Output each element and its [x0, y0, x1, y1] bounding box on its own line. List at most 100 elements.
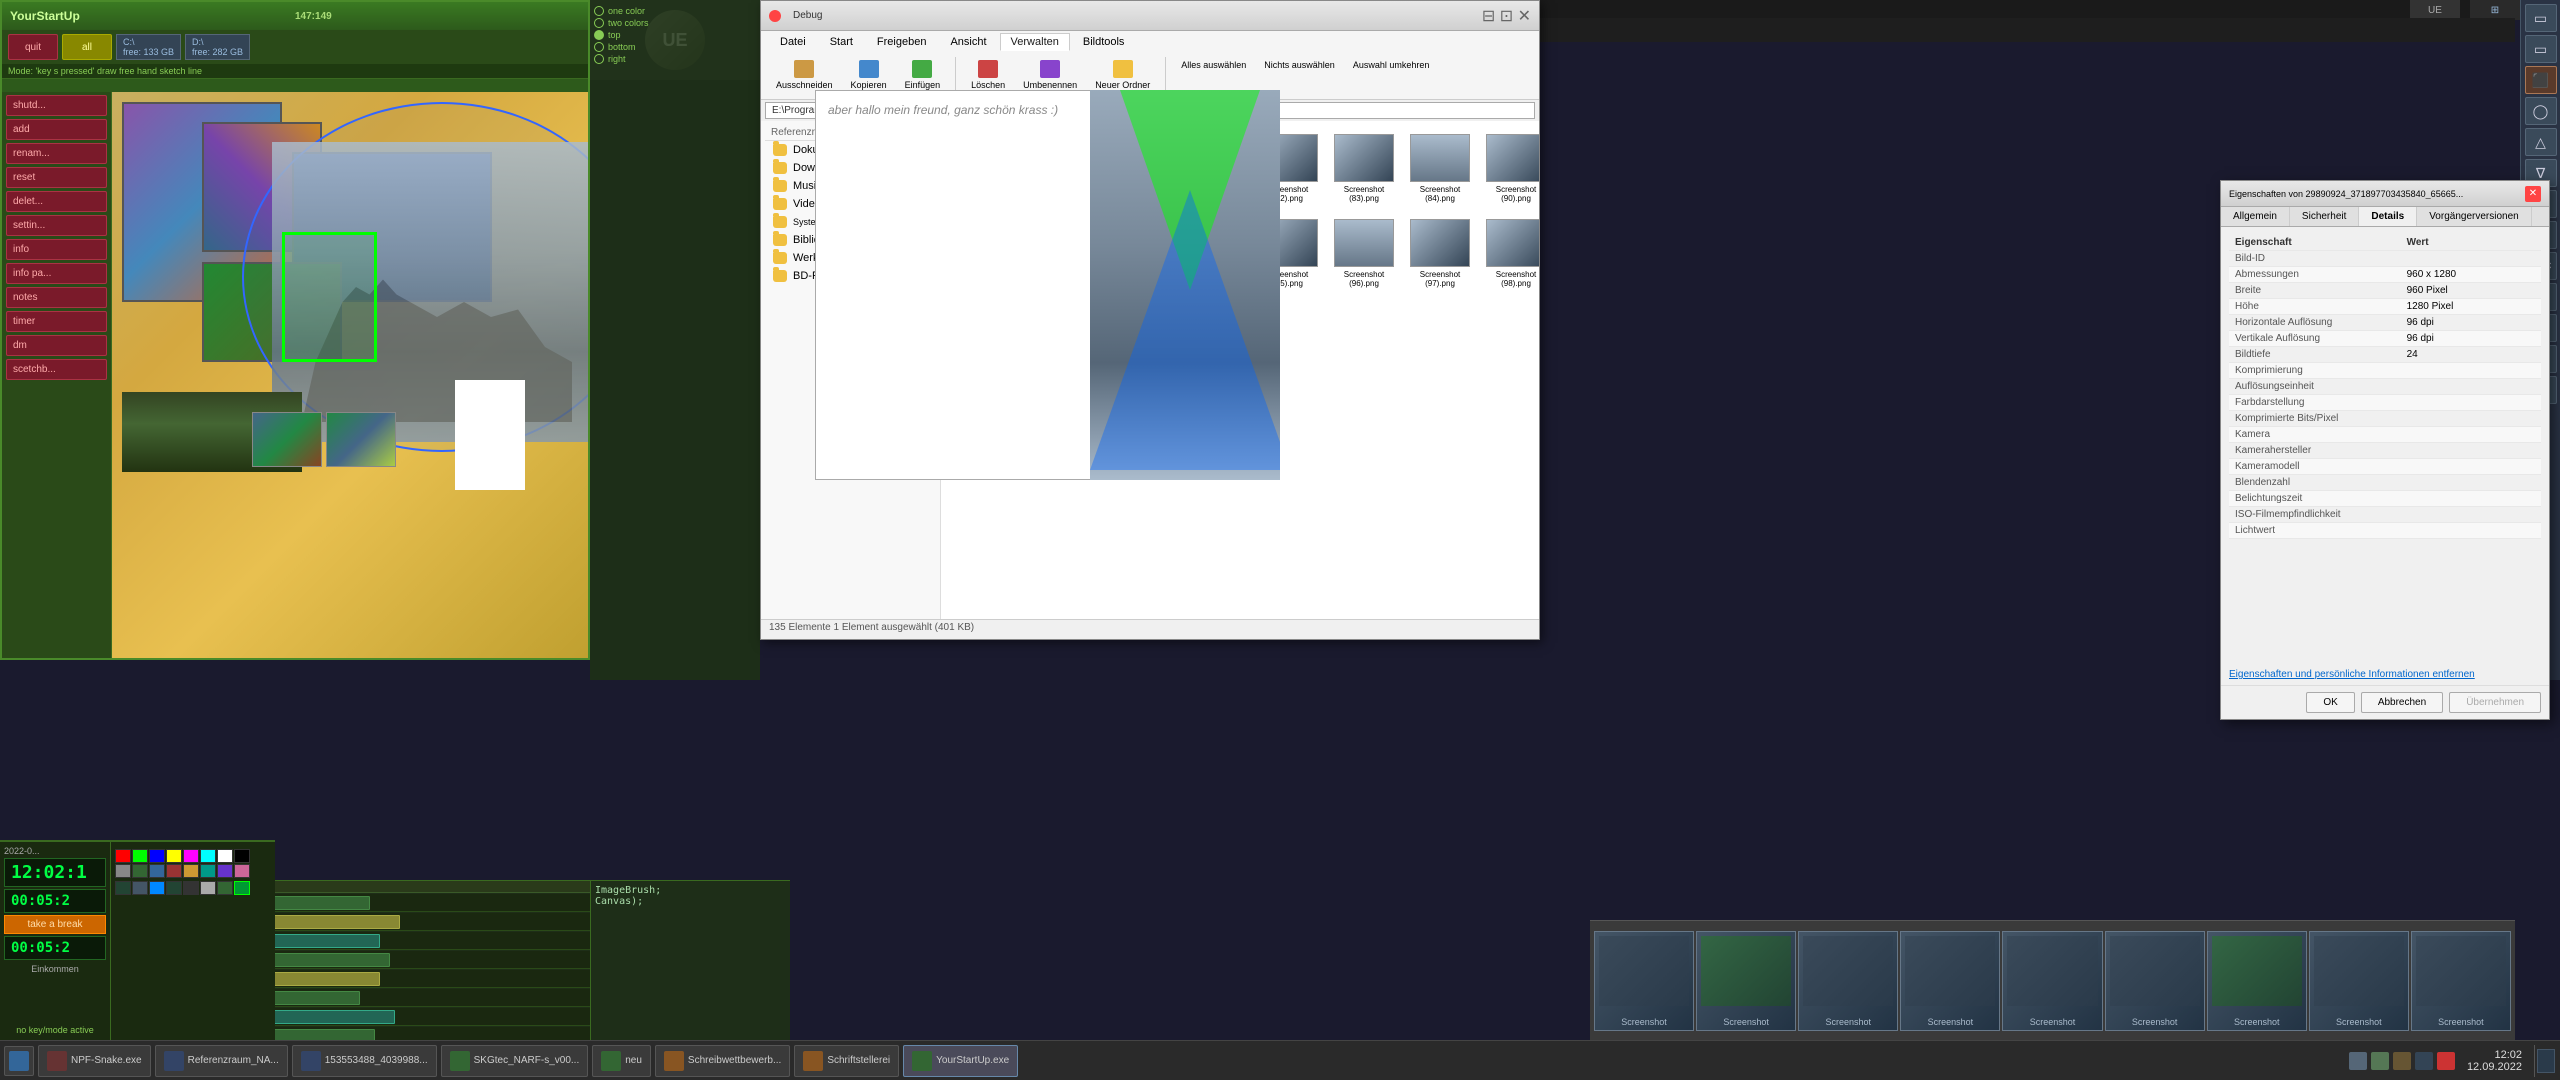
rt-btn-3[interactable]: ⬛	[2525, 66, 2557, 94]
color-cell-2-8[interactable]	[234, 881, 250, 895]
tray-action-center-icon[interactable]	[2415, 1052, 2433, 1070]
radio-bottom[interactable]	[594, 42, 604, 52]
screenshot-thumb-6[interactable]: Screenshot	[2105, 931, 2205, 1031]
properties-remove-link[interactable]: Eigenschaften und persönliche Informatio…	[2221, 665, 2549, 684]
color-cell-2-1[interactable]	[115, 881, 131, 895]
sidebar-item-rename[interactable]: renam...	[6, 143, 107, 164]
quit-button[interactable]: quit	[8, 34, 58, 60]
all-button[interactable]: all	[62, 34, 112, 60]
tab-allgemein[interactable]: Allgemein	[2221, 207, 2290, 226]
sidebar-item-info[interactable]: info	[6, 239, 107, 260]
tray-speaker-icon[interactable]	[2371, 1052, 2389, 1070]
properties-close[interactable]: ✕	[2525, 186, 2541, 202]
color-cell-2-2[interactable]	[132, 881, 148, 895]
screenshot-thumb-4[interactable]: Screenshot	[1900, 931, 2000, 1031]
color-pink[interactable]	[234, 864, 250, 878]
color-black[interactable]	[234, 849, 250, 863]
show-desktop-button[interactable]	[2534, 1045, 2556, 1077]
tab-vorgaenger[interactable]: Vorgängerversionen	[2417, 207, 2532, 226]
taskbar-schreibwett[interactable]: Schreibwettbewerb...	[655, 1045, 790, 1077]
taskbar-schriftstellerei[interactable]: Schriftstellerei	[794, 1045, 899, 1077]
tab-verwalten[interactable]: Verwalten	[1000, 33, 1070, 51]
color-purple[interactable]	[217, 864, 233, 878]
color-blue[interactable]	[149, 849, 165, 863]
tray-red-icon[interactable]	[2437, 1052, 2455, 1070]
btn-neuer-ordner[interactable]: Neuer Ordner	[1088, 57, 1157, 93]
color-cell-2-3[interactable]	[149, 881, 165, 895]
tab-ansicht[interactable]: Ansicht	[939, 33, 997, 51]
color-cell-2-7[interactable]	[217, 881, 233, 895]
radio-one-color[interactable]	[594, 6, 604, 16]
btn-kopieren[interactable]: Kopieren	[844, 57, 894, 93]
sidebar-item-delete[interactable]: delet...	[6, 191, 107, 212]
color-dark-green[interactable]	[132, 864, 148, 878]
btn-alles-auswaehlen[interactable]: Alles auswählen	[1174, 57, 1253, 93]
sidebar-item-scetchboard[interactable]: scetchb...	[6, 359, 107, 380]
tray-network-icon[interactable]	[2349, 1052, 2367, 1070]
file-screenshot-84[interactable]: Screenshot (84).png	[1405, 129, 1475, 208]
sidebar-item-timer[interactable]: timer	[6, 311, 107, 332]
taskbar-neu[interactable]: neu	[592, 1045, 651, 1077]
screenshot-thumb-7[interactable]: Screenshot	[2207, 931, 2307, 1031]
file-screenshot-90[interactable]: Screenshot (90).png	[1481, 129, 1539, 208]
color-dark-blue[interactable]	[149, 864, 165, 878]
color-gray[interactable]	[115, 864, 131, 878]
radio-top[interactable]	[594, 30, 604, 40]
btn-loeschen[interactable]: Löschen	[964, 57, 1012, 93]
color-cell-2-5[interactable]	[183, 881, 199, 895]
take-break-button[interactable]: take a break	[4, 915, 106, 934]
sidebar-item-settings[interactable]: settin...	[6, 215, 107, 236]
tab-datei[interactable]: Datei	[769, 33, 817, 51]
sidebar-item-add[interactable]: add	[6, 119, 107, 140]
start-button[interactable]	[4, 1046, 34, 1076]
file-screenshot-83[interactable]: Screenshot (83).png	[1329, 129, 1399, 208]
btn-umbenennen[interactable]: Umbenennen	[1016, 57, 1084, 93]
file-screenshot-96[interactable]: Screenshot (96).png	[1329, 214, 1399, 293]
color-red[interactable]	[115, 849, 131, 863]
sidebar-item-shutdown[interactable]: shutd...	[6, 95, 107, 116]
rt-btn-1[interactable]: ▭	[2525, 4, 2557, 32]
file-screenshot-98[interactable]: Screenshot (98).png	[1481, 214, 1539, 293]
sidebar-item-notes[interactable]: notes	[6, 287, 107, 308]
tab-freigeben[interactable]: Freigeben	[866, 33, 938, 51]
color-white[interactable]	[217, 849, 233, 863]
prop-ok-button[interactable]: OK	[2306, 692, 2354, 713]
color-orange[interactable]	[183, 864, 199, 878]
color-magenta[interactable]	[183, 849, 199, 863]
sidebar-item-reset[interactable]: reset	[6, 167, 107, 188]
file-explorer-close[interactable]	[769, 10, 781, 22]
tray-battery-icon[interactable]	[2393, 1052, 2411, 1070]
sidebar-item-info-page[interactable]: info pa...	[6, 263, 107, 284]
color-yellow[interactable]	[166, 849, 182, 863]
color-cell-2-4[interactable]	[166, 881, 182, 895]
btn-auswahl-umkehren[interactable]: Auswahl umkehren	[1346, 57, 1437, 93]
screenshot-thumb-1[interactable]: Screenshot	[1594, 931, 1694, 1031]
radio-right[interactable]	[594, 54, 604, 64]
color-dark-red[interactable]	[166, 864, 182, 878]
rt-btn-4[interactable]: ◯	[2525, 97, 2557, 125]
color-teal[interactable]	[200, 864, 216, 878]
rt-btn-5[interactable]: △	[2525, 128, 2557, 156]
btn-ausschneiden[interactable]: Ausschneiden	[769, 57, 840, 93]
taskbar-referenz[interactable]: Referenzraum_NA...	[155, 1045, 288, 1077]
taskbar-153553[interactable]: 153553488_4039988...	[292, 1045, 437, 1077]
screenshot-thumb-2[interactable]: Screenshot	[1696, 931, 1796, 1031]
color-cyan[interactable]	[200, 849, 216, 863]
sidebar-item-dm[interactable]: dm	[6, 335, 107, 356]
screenshot-thumb-8[interactable]: Screenshot	[2309, 931, 2409, 1031]
rt-btn-2[interactable]: ▭	[2525, 35, 2557, 63]
taskbar-skgtec[interactable]: SKGtec_NARF-s_v00...	[441, 1045, 589, 1077]
tab-bildtools[interactable]: Bildtools	[1072, 33, 1136, 51]
screenshot-thumb-3[interactable]: Screenshot	[1798, 931, 1898, 1031]
radio-two-colors[interactable]	[594, 18, 604, 28]
file-screenshot-97[interactable]: Screenshot (97).png	[1405, 214, 1475, 293]
btn-einfuegen[interactable]: Einfügen	[898, 57, 948, 93]
tab-details[interactable]: Details	[2359, 207, 2417, 226]
yourstartup-canvas[interactable]	[112, 92, 588, 658]
tab-sicherheit[interactable]: Sicherheit	[2290, 207, 2359, 226]
taskbar-yourstartup[interactable]: YourStartUp.exe	[903, 1045, 1018, 1077]
color-green[interactable]	[132, 849, 148, 863]
screenshot-thumb-5[interactable]: Screenshot	[2002, 931, 2102, 1031]
color-cell-2-6[interactable]	[200, 881, 216, 895]
btn-nichts-auswaehlen[interactable]: Nichts auswählen	[1257, 57, 1342, 93]
